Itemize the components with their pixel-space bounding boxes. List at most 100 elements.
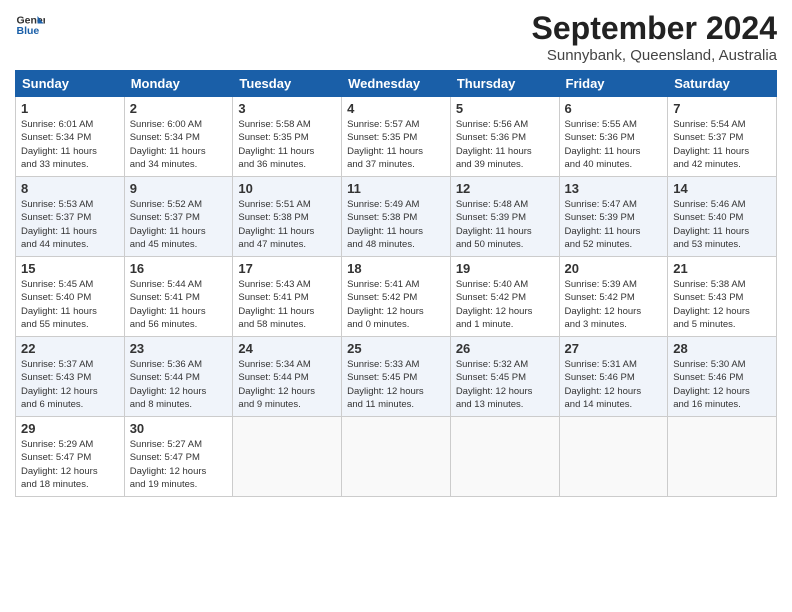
day-number: 15	[21, 261, 119, 276]
calendar-week-row: 29 Sunrise: 5:29 AM Sunset: 5:47 PM Dayli…	[16, 417, 777, 497]
day-info: Sunrise: 5:51 AM Sunset: 5:38 PM Dayligh…	[238, 198, 336, 251]
day-info: Sunrise: 6:00 AM Sunset: 5:34 PM Dayligh…	[130, 118, 228, 171]
calendar-cell: 21 Sunrise: 5:38 AM Sunset: 5:43 PM Dayli…	[668, 257, 777, 337]
calendar-cell: 28 Sunrise: 5:30 AM Sunset: 5:46 PM Dayli…	[668, 337, 777, 417]
col-friday: Friday	[559, 71, 668, 97]
day-info: Sunrise: 5:52 AM Sunset: 5:37 PM Dayligh…	[130, 198, 228, 251]
day-info: Sunrise: 5:33 AM Sunset: 5:45 PM Dayligh…	[347, 358, 445, 411]
calendar-cell: 12 Sunrise: 5:48 AM Sunset: 5:39 PM Dayli…	[450, 177, 559, 257]
day-number: 4	[347, 101, 445, 116]
calendar-table: Sunday Monday Tuesday Wednesday Thursday…	[15, 70, 777, 497]
day-info: Sunrise: 5:57 AM Sunset: 5:35 PM Dayligh…	[347, 118, 445, 171]
calendar-cell: 3 Sunrise: 5:58 AM Sunset: 5:35 PM Daylig…	[233, 97, 342, 177]
day-info: Sunrise: 5:45 AM Sunset: 5:40 PM Dayligh…	[21, 278, 119, 331]
day-number: 16	[130, 261, 228, 276]
calendar-week-row: 8 Sunrise: 5:53 AM Sunset: 5:37 PM Daylig…	[16, 177, 777, 257]
day-info: Sunrise: 5:44 AM Sunset: 5:41 PM Dayligh…	[130, 278, 228, 331]
day-info: Sunrise: 5:41 AM Sunset: 5:42 PM Dayligh…	[347, 278, 445, 331]
calendar-cell: 15 Sunrise: 5:45 AM Sunset: 5:40 PM Dayli…	[16, 257, 125, 337]
day-info: Sunrise: 5:49 AM Sunset: 5:38 PM Dayligh…	[347, 198, 445, 251]
day-number: 14	[673, 181, 771, 196]
day-number: 29	[21, 421, 119, 436]
day-number: 28	[673, 341, 771, 356]
day-info: Sunrise: 5:31 AM Sunset: 5:46 PM Dayligh…	[565, 358, 663, 411]
day-info: Sunrise: 5:37 AM Sunset: 5:43 PM Dayligh…	[21, 358, 119, 411]
calendar-cell: 25 Sunrise: 5:33 AM Sunset: 5:45 PM Dayli…	[342, 337, 451, 417]
calendar-cell: 29 Sunrise: 5:29 AM Sunset: 5:47 PM Dayli…	[16, 417, 125, 497]
day-number: 25	[347, 341, 445, 356]
calendar-cell: 6 Sunrise: 5:55 AM Sunset: 5:36 PM Daylig…	[559, 97, 668, 177]
calendar-cell: 20Sunrise: 5:39 AM Sunset: 5:42 PM Dayli…	[559, 257, 668, 337]
location: Sunnybank, Queensland, Australia	[532, 47, 777, 64]
col-thursday: Thursday	[450, 71, 559, 97]
calendar-header-row: Sunday Monday Tuesday Wednesday Thursday…	[16, 71, 777, 97]
day-info: Sunrise: 5:54 AM Sunset: 5:37 PM Dayligh…	[673, 118, 771, 171]
calendar-cell	[233, 417, 342, 497]
calendar-cell: 26Sunrise: 5:32 AM Sunset: 5:45 PM Dayli…	[450, 337, 559, 417]
page-header: General Blue September 2024 Sunnybank, Q…	[15, 10, 777, 64]
day-info: Sunrise: 5:36 AM Sunset: 5:44 PM Dayligh…	[130, 358, 228, 411]
day-number: 23	[130, 341, 228, 356]
col-monday: Monday	[124, 71, 233, 97]
calendar-cell: 27 Sunrise: 5:31 AM Sunset: 5:46 PM Dayli…	[559, 337, 668, 417]
col-saturday: Saturday	[668, 71, 777, 97]
calendar-cell: 2 Sunrise: 6:00 AM Sunset: 5:34 PM Daylig…	[124, 97, 233, 177]
calendar-cell: 16 Sunrise: 5:44 AM Sunset: 5:41 PM Dayli…	[124, 257, 233, 337]
day-info: Sunrise: 5:38 AM Sunset: 5:43 PM Dayligh…	[673, 278, 771, 331]
day-number: 27	[565, 341, 663, 356]
day-number: 12	[456, 181, 554, 196]
day-info: Sunrise: 5:39 AM Sunset: 5:42 PM Dayligh…	[565, 278, 663, 331]
col-tuesday: Tuesday	[233, 71, 342, 97]
day-number: 11	[347, 181, 445, 196]
day-number: 18	[347, 261, 445, 276]
calendar-cell: 11 Sunrise: 5:49 AM Sunset: 5:38 PM Dayli…	[342, 177, 451, 257]
day-info: Sunrise: 5:55 AM Sunset: 5:36 PM Dayligh…	[565, 118, 663, 171]
calendar-cell: 8 Sunrise: 5:53 AM Sunset: 5:37 PM Daylig…	[16, 177, 125, 257]
calendar-week-row: 1Sunrise: 6:01 AM Sunset: 5:34 PM Daylig…	[16, 97, 777, 177]
day-number: 26	[456, 341, 554, 356]
day-number: 3	[238, 101, 336, 116]
day-info: Sunrise: 5:53 AM Sunset: 5:37 PM Dayligh…	[21, 198, 119, 251]
day-info: Sunrise: 5:30 AM Sunset: 5:46 PM Dayligh…	[673, 358, 771, 411]
day-number: 21	[673, 261, 771, 276]
day-info: Sunrise: 5:58 AM Sunset: 5:35 PM Dayligh…	[238, 118, 336, 171]
calendar-cell	[559, 417, 668, 497]
day-info: Sunrise: 5:29 AM Sunset: 5:47 PM Dayligh…	[21, 438, 119, 491]
calendar-cell: 18 Sunrise: 5:41 AM Sunset: 5:42 PM Dayli…	[342, 257, 451, 337]
calendar-cell: 4 Sunrise: 5:57 AM Sunset: 5:35 PM Daylig…	[342, 97, 451, 177]
day-info: Sunrise: 5:47 AM Sunset: 5:39 PM Dayligh…	[565, 198, 663, 251]
day-info: Sunrise: 5:43 AM Sunset: 5:41 PM Dayligh…	[238, 278, 336, 331]
calendar-cell: 22 Sunrise: 5:37 AM Sunset: 5:43 PM Dayli…	[16, 337, 125, 417]
day-info: Sunrise: 5:48 AM Sunset: 5:39 PM Dayligh…	[456, 198, 554, 251]
calendar-week-row: 22 Sunrise: 5:37 AM Sunset: 5:43 PM Dayli…	[16, 337, 777, 417]
day-number: 13	[565, 181, 663, 196]
calendar-cell: 1Sunrise: 6:01 AM Sunset: 5:34 PM Daylig…	[16, 97, 125, 177]
day-number: 24	[238, 341, 336, 356]
col-sunday: Sunday	[16, 71, 125, 97]
col-wednesday: Wednesday	[342, 71, 451, 97]
calendar-cell: 9 Sunrise: 5:52 AM Sunset: 5:37 PM Daylig…	[124, 177, 233, 257]
day-number: 9	[130, 181, 228, 196]
day-info: Sunrise: 6:01 AM Sunset: 5:34 PM Dayligh…	[21, 118, 119, 171]
calendar-cell: 17 Sunrise: 5:43 AM Sunset: 5:41 PM Dayli…	[233, 257, 342, 337]
calendar-cell	[668, 417, 777, 497]
calendar-cell: 14Sunrise: 5:46 AM Sunset: 5:40 PM Dayli…	[668, 177, 777, 257]
calendar-cell	[342, 417, 451, 497]
calendar-cell: 23 Sunrise: 5:36 AM Sunset: 5:44 PM Dayli…	[124, 337, 233, 417]
day-number: 2	[130, 101, 228, 116]
calendar-cell: 7Sunrise: 5:54 AM Sunset: 5:37 PM Daylig…	[668, 97, 777, 177]
day-number: 17	[238, 261, 336, 276]
day-info: Sunrise: 5:27 AM Sunset: 5:47 PM Dayligh…	[130, 438, 228, 491]
day-number: 22	[21, 341, 119, 356]
logo: General Blue	[15, 10, 45, 40]
day-info: Sunrise: 5:34 AM Sunset: 5:44 PM Dayligh…	[238, 358, 336, 411]
title-block: September 2024 Sunnybank, Queensland, Au…	[532, 10, 777, 64]
day-number: 6	[565, 101, 663, 116]
day-number: 30	[130, 421, 228, 436]
svg-text:Blue: Blue	[17, 25, 40, 37]
calendar-cell: 5Sunrise: 5:56 AM Sunset: 5:36 PM Daylig…	[450, 97, 559, 177]
day-number: 8	[21, 181, 119, 196]
calendar-cell: 19Sunrise: 5:40 AM Sunset: 5:42 PM Dayli…	[450, 257, 559, 337]
day-number: 19	[456, 261, 554, 276]
calendar-cell: 10Sunrise: 5:51 AM Sunset: 5:38 PM Dayli…	[233, 177, 342, 257]
